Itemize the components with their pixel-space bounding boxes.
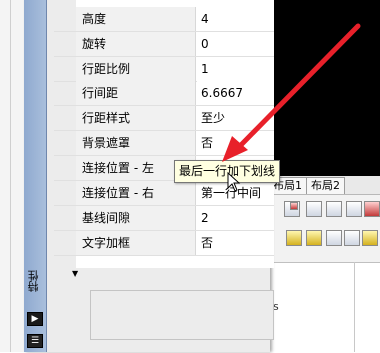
drawing-canvas[interactable] [270,0,380,176]
property-value[interactable]: 2 [197,206,274,230]
toolbar-row-1 [268,197,380,223]
property-row-baseline-gap[interactable]: 基线间隙 2 [54,206,274,231]
toolbar-button[interactable] [306,230,322,246]
property-row-line-spacing[interactable]: 行间距 6.6667 [54,81,274,106]
palette-title-bar[interactable]: 特性 ▶ ☰ [24,0,47,352]
property-value[interactable]: 6.6667 [197,81,274,105]
property-label: 高度 [76,7,196,31]
property-value[interactable]: 至少 [197,106,274,130]
toolbar-button[interactable] [346,201,362,217]
property-row-rotation[interactable]: 旋转 0 [54,32,274,57]
toolbar-button[interactable] [326,230,342,246]
toolbar-button[interactable] [326,201,342,217]
property-label: 行间距 [76,81,196,105]
divider [10,0,11,352]
toolbar-button[interactable] [362,230,378,246]
description-panel [90,290,274,340]
property-label: 行距样式 [76,106,196,130]
property-row-line-spacing-factor[interactable]: 行距比例 1 [54,57,274,82]
property-label: 文字加框 [76,231,196,255]
property-value[interactable]: 否 [197,131,274,155]
toolbar-button[interactable] [344,230,360,246]
property-label: 背景遮罩 [76,131,196,155]
property-row-height[interactable]: 高度 4 [54,7,274,32]
toolbar-button[interactable] [364,201,380,217]
layout-tab-bar: 布局1 布局2 [268,176,380,195]
property-label: 行距比例 [76,57,196,81]
palette-autohide-icon[interactable]: ▶ [27,312,43,326]
toolbar-button[interactable] [286,230,302,246]
toolbar-button[interactable] [290,202,298,210]
property-label: 旋转 [76,32,196,56]
tab-layout-2[interactable]: 布局2 [306,177,345,194]
property-label: 连接位置 - 右 [76,181,196,205]
toolbar-row-2 [268,226,380,252]
property-value[interactable]: 否 [197,231,274,255]
property-value[interactable]: 1 [197,57,274,81]
property-row-line-spacing-style[interactable]: 行距样式 至少 [54,106,274,131]
property-row-background-mask[interactable]: 背景遮罩 否 [54,131,274,156]
scroll-down-icon[interactable]: ▼ [72,270,82,278]
property-row-text-frame[interactable]: 文字加框 否 [54,231,274,256]
palette-title: 特性 [27,270,40,292]
mouse-pointer-icon [227,172,241,192]
property-value[interactable]: 0 [197,32,274,56]
palette-properties-icon[interactable]: ☰ [27,334,43,348]
property-label: 基线间隙 [76,206,196,230]
divider [354,262,355,352]
property-value[interactable]: 4 [197,7,274,31]
toolbar-button[interactable] [306,201,322,217]
property-grid: 高度 4 旋转 0 行距比例 1 行间距 6.6667 行距样式 至少 背景遮罩… [54,0,274,268]
command-line-area[interactable] [268,262,380,353]
property-row-connection-right[interactable]: 连接位置 - 右 第一行中间 [54,181,274,206]
